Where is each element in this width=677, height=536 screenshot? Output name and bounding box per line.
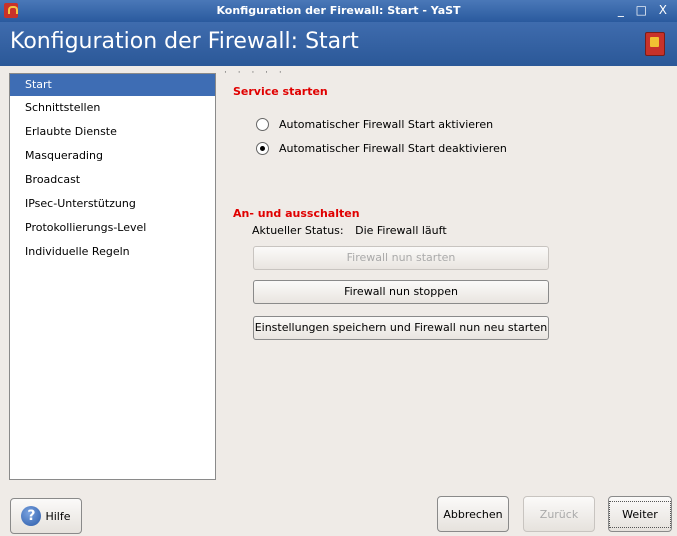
back-label: Zurück: [539, 507, 579, 521]
sidebar-item-ipsec[interactable]: IPsec-Unterstützung: [10, 192, 215, 216]
stop-firewall-button[interactable]: Firewall nun stoppen: [253, 280, 549, 304]
window-title: Konfiguration der Firewall: Start - YaST: [216, 4, 461, 17]
help-label: Hilfe: [45, 509, 71, 523]
separator-dots: · · · · ·: [224, 68, 286, 78]
status-label: Aktueller Status:: [252, 224, 344, 237]
sidebar-item-erlaubte-dienste[interactable]: Erlaubte Dienste: [10, 120, 215, 144]
sidebar-item-individuelle-regeln[interactable]: Individuelle Regeln: [10, 240, 215, 264]
radio-enable-label[interactable]: Automatischer Firewall Start aktivieren: [279, 118, 493, 131]
page-title: Konfiguration der Firewall: Start: [10, 29, 359, 54]
radio-autostart-enable[interactable]: Automatischer Firewall Start aktivieren: [256, 115, 493, 133]
status-line: Aktueller Status: Die Firewall läuft: [252, 224, 447, 237]
radio-autostart-disable[interactable]: Automatischer Firewall Start deaktiviere…: [256, 139, 507, 157]
status-value: Die Firewall läuft: [355, 224, 447, 237]
help-icon: ?: [21, 506, 42, 526]
sidebar-tree[interactable]: Start Schnittstellen Erlaubte Dienste Ma…: [9, 73, 216, 480]
sidebar-item-start[interactable]: Start: [10, 74, 215, 96]
service-heading: Service starten: [233, 85, 328, 98]
radio-checked-icon[interactable]: [256, 141, 269, 155]
next-button[interactable]: Weiter: [608, 496, 672, 532]
firewall-lock-icon: [645, 32, 665, 56]
toggle-heading: An- und ausschalten: [233, 207, 360, 220]
window-titlebar: Konfiguration der Firewall: Start - YaST…: [0, 0, 677, 22]
back-button[interactable]: Zurück: [523, 496, 595, 532]
dialog-header: Konfiguration der Firewall: Start: [0, 22, 677, 66]
sidebar-item-protokollierungs-level[interactable]: Protokollierungs-Level: [10, 216, 215, 240]
radio-unchecked-icon[interactable]: [256, 117, 269, 131]
next-label: Weiter: [609, 500, 671, 528]
window-controls[interactable]: _ □ X: [618, 3, 671, 17]
help-button[interactable]: ? Hilfe: [10, 498, 82, 534]
radio-disable-label[interactable]: Automatischer Firewall Start deaktiviere…: [279, 142, 507, 155]
sidebar-item-broadcast[interactable]: Broadcast: [10, 168, 215, 192]
main-panel: · · · · · Service starten Automatischer …: [220, 68, 677, 488]
sidebar-item-schnittstellen[interactable]: Schnittstellen: [10, 96, 215, 120]
sidebar-item-masquerading[interactable]: Masquerading: [10, 144, 215, 168]
cancel-label: Abbrechen: [443, 507, 503, 521]
cancel-button[interactable]: Abbrechen: [437, 496, 509, 532]
start-firewall-button[interactable]: Firewall nun starten: [253, 246, 549, 270]
save-restart-button[interactable]: Einstellungen speichern und Firewall nun…: [253, 316, 549, 340]
